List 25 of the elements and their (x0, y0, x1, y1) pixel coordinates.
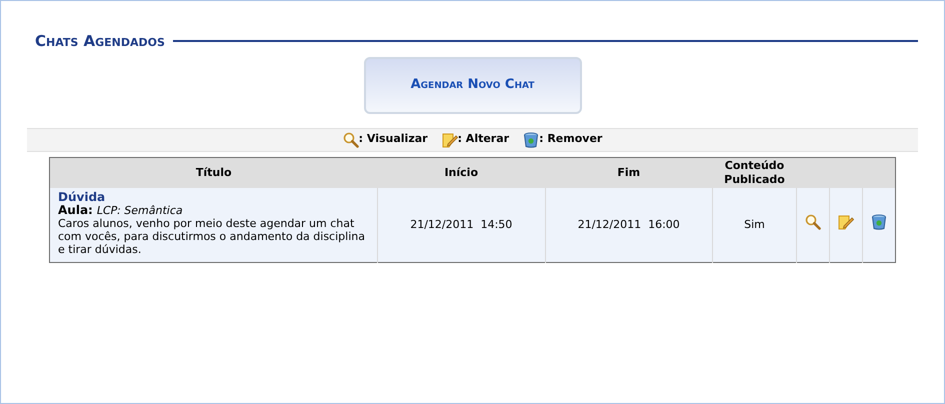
column-header: Fim (545, 157, 712, 188)
published-value: Sim (744, 218, 765, 230)
end-time: 21/12/2011 16:00 (578, 218, 680, 230)
schedule-chat-button[interactable]: Agendar Novo Chat (364, 56, 582, 114)
column-header: Título (50, 157, 378, 188)
legend-label: : Visualizar (358, 131, 428, 148)
class-label: Aula: (58, 204, 93, 217)
magnifier-icon (805, 214, 821, 230)
chat-description: Caros alunos, venho por meio deste agendar um chat com vocês, para discutirmos o andamento da disciplina e tirar dúvidas. (58, 217, 366, 256)
column-header: Conteúdo Publicado (712, 157, 796, 188)
column-header: Início (378, 157, 545, 188)
trash-icon (523, 132, 540, 148)
note-pencil-icon (838, 214, 854, 230)
chat-title-link[interactable]: Dúvida (58, 191, 369, 204)
legend-label: : Remover (539, 131, 602, 148)
class-name: LCP: Semântica (96, 204, 183, 217)
action-button[interactable] (871, 214, 887, 230)
action-button[interactable] (805, 214, 821, 230)
legend-label: : Alterar (458, 131, 510, 148)
page-title: Chats Agendados (35, 31, 165, 52)
action-button[interactable] (838, 214, 854, 230)
note-pencil-icon (442, 132, 458, 148)
trash-icon (871, 214, 887, 230)
magnifier-icon (342, 132, 359, 148)
start-time: 21/12/2011 14:50 (410, 218, 512, 230)
